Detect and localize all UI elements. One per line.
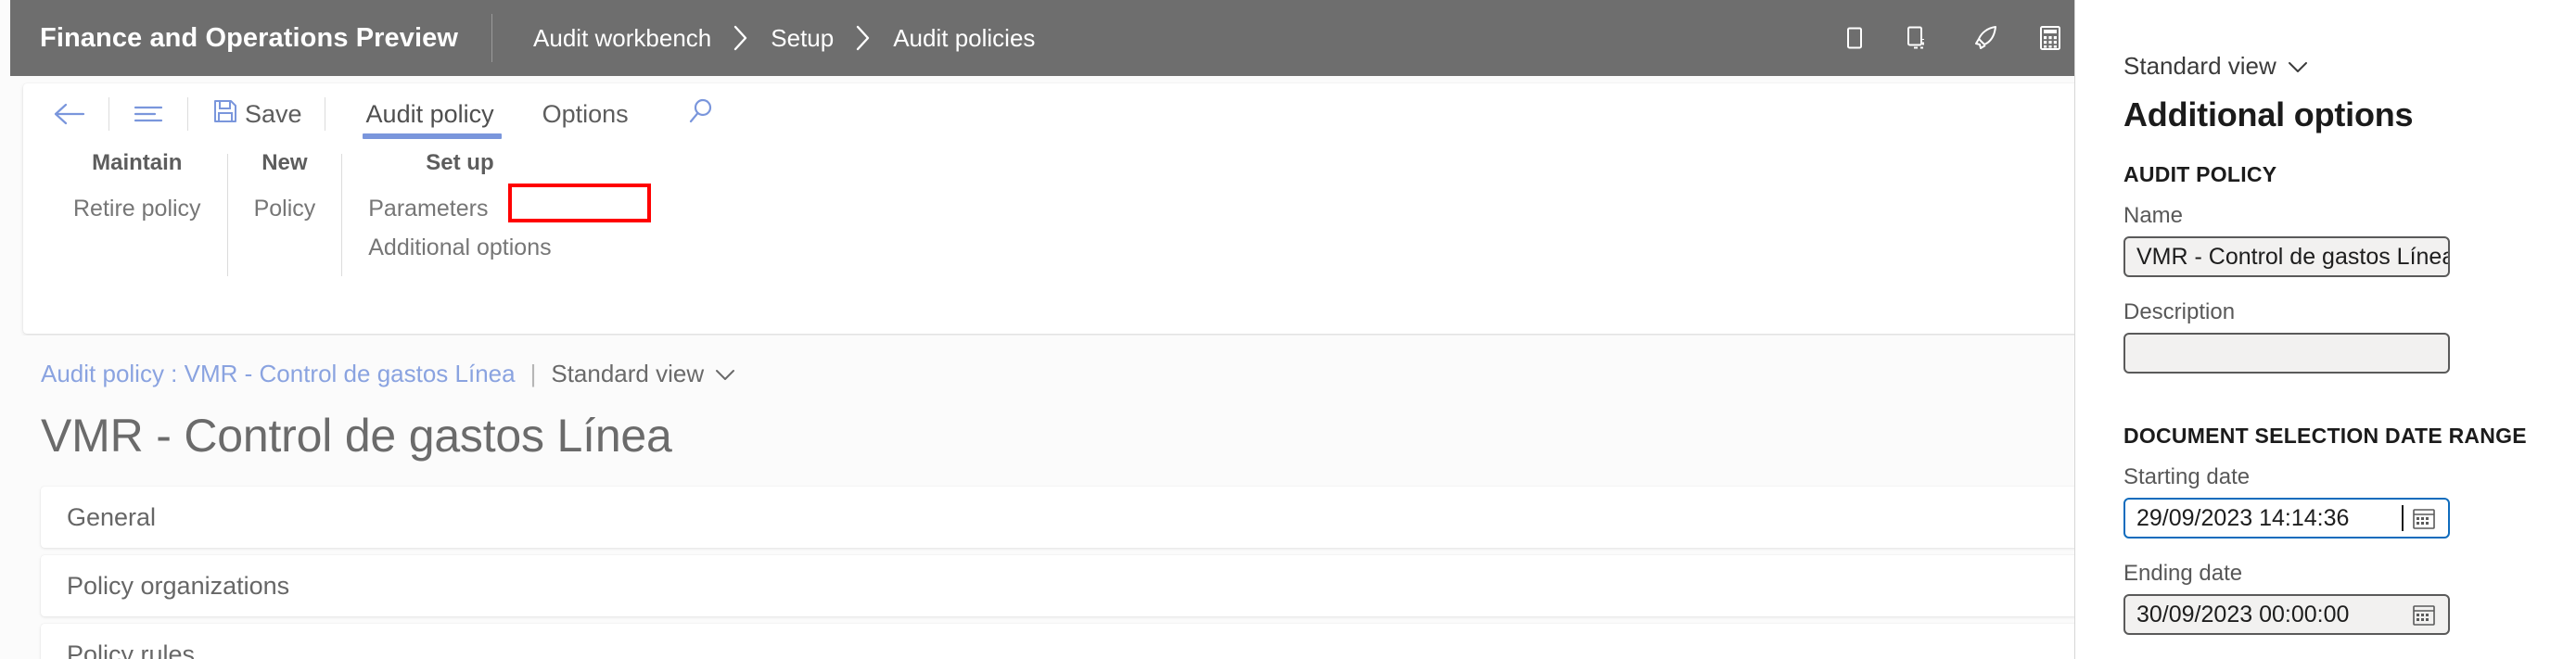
search-button[interactable]: [670, 83, 733, 145]
field-description-label: Description: [2123, 299, 2236, 324]
ribbon-group-maintain: Maintain Retire policy: [47, 150, 227, 289]
toolbar-divider-2: [187, 97, 188, 131]
name-input[interactable]: VMR - Control de gastos Línea: [2123, 236, 2450, 277]
name-input-value: VMR - Control de gastos Línea: [2136, 243, 2450, 270]
ending-date-input[interactable]: 30/09/2023 00:00:00: [2123, 594, 2450, 635]
device-preview-icon[interactable]: [1904, 24, 1935, 52]
ribbon-group-new-header: New: [261, 150, 308, 175]
page-breadcrumb-link[interactable]: Audit policy : VMR - Control de gastos L…: [41, 360, 516, 388]
breadcrumb-item-audit-workbench[interactable]: Audit workbench: [533, 24, 711, 53]
action-pane: Save Audit policy Options Maintain Retir…: [23, 83, 2074, 334]
section-policy-rules[interactable]: Policy rules: [41, 624, 2074, 659]
starting-date-input[interactable]: 29/09/2023 14:14:36: [2123, 498, 2450, 539]
ribbon-item-retire-policy[interactable]: Retire policy: [71, 189, 203, 228]
calculator-icon[interactable]: [2035, 23, 2065, 53]
field-name: Name VMR - Control de gastos Línea: [2123, 203, 2535, 277]
starting-date-input-value: 29/09/2023 14:14:36: [2136, 504, 2350, 531]
app-title: Finance and Operations Preview: [40, 22, 459, 53]
tab-options[interactable]: Options: [522, 83, 649, 145]
ribbon-group-set-up-header: Set up: [426, 150, 494, 175]
field-ending-date-label: Ending date: [2123, 561, 2243, 586]
ending-date-input-value: 30/09/2023 00:00:00: [2136, 601, 2350, 627]
fast-tab-sections: General Policy organizations Policy rule…: [41, 487, 2074, 659]
action-pane-toolbar: Save Audit policy Options: [23, 83, 2074, 145]
main-region: Finance and Operations Preview Audit wor…: [0, 0, 2074, 659]
side-panel-additional-options: Standard view Additional options AUDIT P…: [2074, 0, 2576, 659]
window-icon[interactable]: [1841, 24, 1868, 52]
section-general[interactable]: General: [41, 487, 2074, 548]
group-header-audit-policy: AUDIT POLICY: [2123, 162, 2277, 186]
section-policy-rules-title: Policy rules: [67, 640, 196, 659]
breadcrumb: Audit workbench Setup Audit policies: [533, 24, 1035, 53]
description-input[interactable]: [2123, 333, 2450, 374]
field-starting-date: Starting date 29/09/2023 14:14:36: [2123, 464, 2535, 539]
page-breadcrumb-separator: |: [529, 360, 537, 387]
page-view-selector[interactable]: Standard view: [551, 360, 735, 388]
page-title: VMR - Control de gastos Línea: [41, 410, 672, 462]
tab-audit-policy[interactable]: Audit policy: [346, 83, 515, 145]
action-pane-groups: Maintain Retire policy New Policy Set up…: [23, 150, 2074, 289]
save-label: Save: [245, 99, 302, 128]
ribbon-group-set-up: Set up Parameters Additional options: [342, 150, 652, 289]
highlight-box-additional-options: [508, 184, 652, 222]
breadcrumb-item-setup[interactable]: Setup: [771, 24, 834, 53]
ribbon-item-additional-options[interactable]: Additional options: [366, 228, 553, 267]
chevron-right-icon: [732, 24, 750, 52]
rocket-icon[interactable]: [1970, 23, 2000, 53]
field-description: Description: [2123, 299, 2535, 374]
side-panel-heading: Additional options: [2123, 95, 2414, 133]
save-button[interactable]: Save: [201, 83, 312, 145]
side-panel-view-selector[interactable]: Standard view: [2123, 52, 2308, 81]
app-root: Finance and Operations Preview Audit wor…: [0, 0, 2576, 659]
ribbon-item-policy[interactable]: Policy: [252, 189, 318, 228]
page-view-selector-label: Standard view: [551, 360, 705, 387]
tab-options-label: Options: [542, 99, 629, 128]
ribbon-group-maintain-header: Maintain: [92, 150, 183, 175]
title-separator: [491, 14, 493, 62]
ribbon-item-parameters[interactable]: Parameters: [366, 189, 490, 228]
toolbar-divider-1: [108, 97, 109, 131]
text-cursor: [2402, 505, 2404, 531]
section-policy-organizations-title: Policy organizations: [67, 571, 290, 600]
page-breadcrumb: Audit policy : VMR - Control de gastos L…: [41, 336, 2074, 388]
breadcrumb-item-audit-policies[interactable]: Audit policies: [893, 24, 1035, 53]
field-starting-date-label: Starting date: [2123, 464, 2251, 489]
ribbon-group-new: New Policy: [228, 150, 342, 289]
calendar-icon[interactable]: [2411, 602, 2437, 627]
show-navigation-icon[interactable]: [122, 83, 174, 145]
chevron-down-icon: [715, 360, 735, 388]
calendar-icon[interactable]: [2411, 505, 2437, 531]
search-icon: [686, 96, 716, 133]
back-button[interactable]: [44, 83, 96, 145]
field-ending-date: Ending date 30/09/2023 00:00:00: [2123, 561, 2535, 635]
top-navigation-bar: Finance and Operations Preview Audit wor…: [10, 0, 2074, 76]
tab-audit-policy-label: Audit policy: [365, 99, 494, 128]
section-policy-organizations[interactable]: Policy organizations: [41, 555, 2074, 616]
topbar-icon-group: [1841, 0, 2074, 76]
chevron-right-icon-2: [854, 24, 873, 52]
page-body: Audit policy : VMR - Control de gastos L…: [0, 336, 2074, 659]
chevron-down-icon: [2288, 52, 2308, 81]
group-header-document-selection-date-range: DOCUMENT SELECTION DATE RANGE: [2123, 424, 2527, 448]
field-name-label: Name: [2123, 203, 2184, 228]
section-general-title: General: [67, 502, 157, 531]
save-icon: [210, 96, 240, 133]
side-panel-view-selector-label: Standard view: [2123, 52, 2276, 80]
